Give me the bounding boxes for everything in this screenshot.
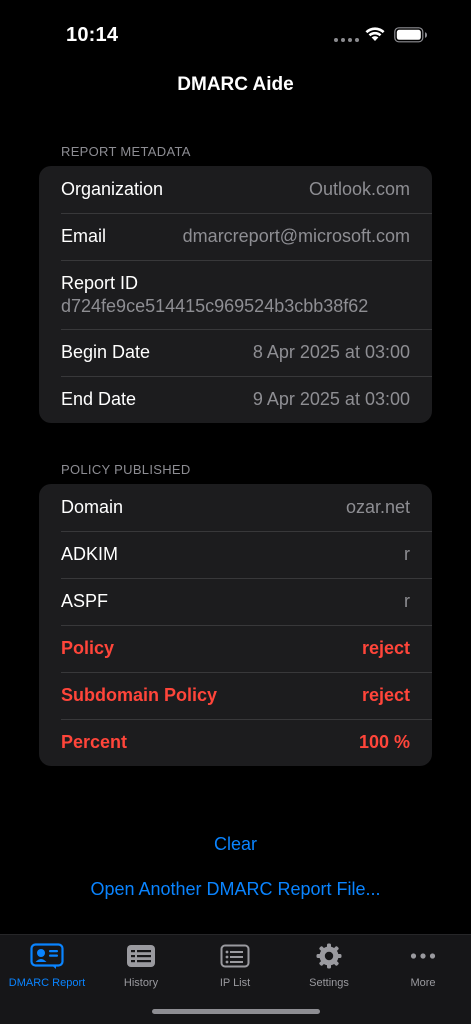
report-id-label: Report ID xyxy=(61,272,139,293)
report-id-value: d724fe9ce514415c969524b3cbb38f62 xyxy=(61,295,369,316)
open-another-report-button[interactable]: Open Another DMARC Report File... xyxy=(0,879,471,900)
email-value: dmarcreport@microsoft.com xyxy=(182,226,410,246)
clear-button[interactable]: Clear xyxy=(0,834,471,855)
begin-date-label: Begin Date xyxy=(61,342,151,362)
wifi-icon xyxy=(365,27,385,41)
policy-label: Policy xyxy=(61,638,115,658)
history-icon xyxy=(126,943,156,969)
section-header-report-metadata: REPORT METADATA xyxy=(61,144,191,159)
end-date-row: End Date 9 Apr 2025 at 03:00 xyxy=(39,376,432,423)
begin-date-row: Begin Date 8 Apr 2025 at 03:00 xyxy=(39,329,432,376)
tab-label: DMARC Report xyxy=(8,977,86,989)
policy-published-group: Domain ozar.net ADKIM r ASPF r Policy re… xyxy=(39,484,432,766)
percent-value: 100 % xyxy=(358,732,410,752)
ellipsis-icon xyxy=(410,943,436,969)
subdomain-policy-row: Subdomain Policy reject xyxy=(39,672,432,719)
end-date-label: End Date xyxy=(61,389,137,409)
adkim-value: r xyxy=(404,544,410,564)
home-indicator[interactable] xyxy=(152,1009,320,1014)
tab-label: Settings xyxy=(309,977,349,989)
battery-icon xyxy=(394,27,427,43)
email-label: Email xyxy=(61,226,107,246)
cellular-signal-icon xyxy=(334,38,359,42)
tab-history[interactable]: History xyxy=(94,935,188,995)
tab-label: History xyxy=(123,977,159,989)
organization-value: Outlook.com xyxy=(308,179,410,199)
organization-row: Organization Outlook.com xyxy=(39,166,432,213)
policy-value: reject xyxy=(361,638,410,658)
email-row: Email dmarcreport@microsoft.com xyxy=(39,213,432,260)
page-title: DMARC Aide xyxy=(177,74,294,95)
screen: 10:14 DMARC Aide REPORT METADATA Organiz… xyxy=(0,0,471,1024)
domain-label: Domain xyxy=(61,497,124,517)
percent-label: Percent xyxy=(61,732,128,752)
tab-more[interactable]: More xyxy=(376,935,470,995)
aspf-row: ASPF r xyxy=(39,578,432,625)
section-header-policy-published: POLICY PUBLISHED xyxy=(61,462,191,477)
policy-row: Policy reject xyxy=(39,625,432,672)
subdomain-policy-value: reject xyxy=(361,685,410,705)
subdomain-policy-label: Subdomain Policy xyxy=(61,685,218,705)
end-date-value: 9 Apr 2025 at 03:00 xyxy=(252,389,410,409)
status-time: 10:14 xyxy=(66,24,119,46)
begin-date-value: 8 Apr 2025 at 03:00 xyxy=(252,342,410,362)
report-id-row: Report ID d724fe9ce514415c969524b3cbb38f… xyxy=(39,260,432,329)
status-bar: 10:14 xyxy=(0,0,471,60)
gear-icon xyxy=(316,943,342,969)
aspf-label: ASPF xyxy=(61,591,109,611)
tab-label: IP List xyxy=(219,977,251,989)
dmarc-report-icon xyxy=(30,943,64,969)
organization-label: Organization xyxy=(61,179,164,199)
aspf-value: r xyxy=(404,591,410,611)
tab-ip-list[interactable]: IP List xyxy=(188,935,282,995)
adkim-label: ADKIM xyxy=(61,544,119,564)
tab-settings[interactable]: Settings xyxy=(282,935,376,995)
report-metadata-group: Organization Outlook.com Email dmarcrepo… xyxy=(39,166,432,423)
percent-row: Percent 100 % xyxy=(39,719,432,766)
adkim-row: ADKIM r xyxy=(39,531,432,578)
domain-row: Domain ozar.net xyxy=(39,484,432,531)
ip-list-icon xyxy=(220,943,250,969)
domain-value: ozar.net xyxy=(345,497,410,517)
tab-label: More xyxy=(410,977,436,989)
tab-dmarc-report[interactable]: DMARC Report xyxy=(0,935,94,995)
